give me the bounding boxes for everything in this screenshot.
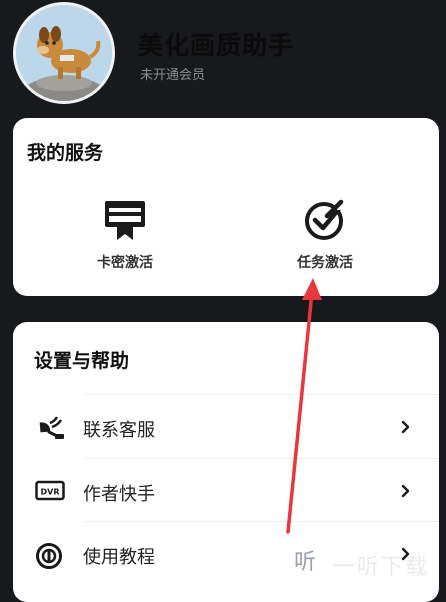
- membership-status: 未开通会员: [140, 68, 206, 83]
- profile-header: 美化画质助手 未开通会员: [0, 0, 446, 118]
- card-key-activation-button[interactable]: 卡密激活: [65, 198, 185, 272]
- play-circle-icon: [36, 543, 62, 569]
- author-kuaishou-row[interactable]: DVR 作者快手: [13, 459, 439, 523]
- task-activation-label: 任务激活: [297, 255, 353, 271]
- watermark-logo: 听: [285, 543, 325, 583]
- tutorial-label: 使用教程: [83, 547, 155, 568]
- settings-help-title: 设置与帮助: [34, 350, 130, 372]
- avatar[interactable]: [13, 2, 115, 104]
- contact-support-label: 联系客服: [83, 420, 155, 441]
- card-key-activation-label: 卡密激活: [97, 255, 153, 271]
- services-title: 我的服务: [27, 142, 104, 164]
- app-title: 美化画质助手: [138, 31, 295, 60]
- satellite-dish-icon: [39, 416, 64, 439]
- check-circle-icon: [305, 199, 347, 240]
- chevron-right-icon: [401, 484, 410, 498]
- task-activation-button[interactable]: 任务激活: [265, 198, 385, 272]
- svg-text:DVR: DVR: [41, 488, 60, 497]
- dog-avatar-image: [16, 5, 112, 101]
- author-kuaishou-label: 作者快手: [83, 484, 155, 505]
- chevron-right-icon: [401, 420, 410, 434]
- card-key-icon: [105, 201, 145, 240]
- contact-support-row[interactable]: 联系客服: [13, 395, 439, 459]
- my-services-card: 我的服务 卡密激活 任务激活: [13, 118, 439, 296]
- dvr-icon: DVR: [35, 480, 65, 501]
- watermark-text: 一听下载: [333, 555, 430, 580]
- watermark: 听 一听下载: [285, 543, 446, 585]
